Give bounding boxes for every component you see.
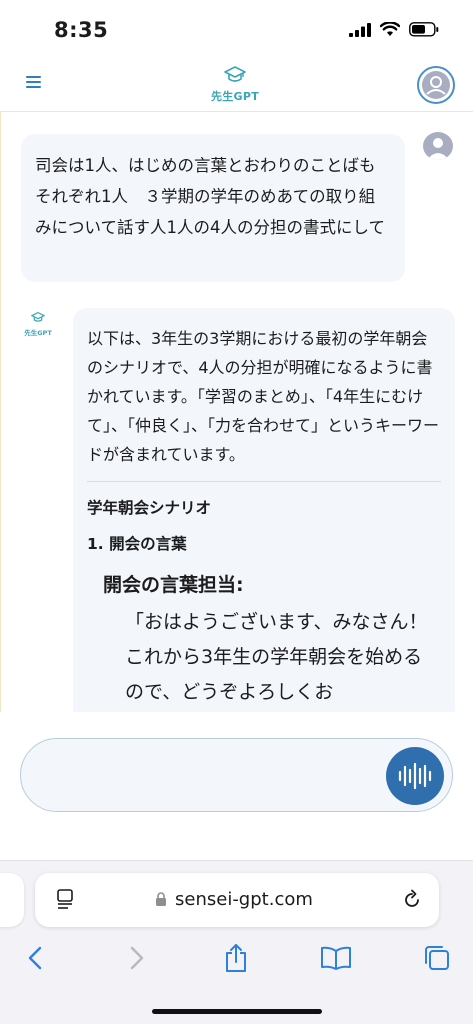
cellular-signal-icon: [349, 22, 371, 37]
user-avatar-icon: [427, 138, 449, 160]
chevron-left-icon: [28, 946, 42, 970]
role-speech: 「おはようございます、みなさん！これから3年生の学年朝会を始めるので、どうぞよろ…: [125, 611, 428, 703]
scenario-heading: 学年朝会シナリオ: [87, 499, 212, 517]
address-bar[interactable]: sensei-gpt.com: [35, 873, 439, 927]
graduation-cap-icon: [30, 311, 46, 322]
battery-icon: [409, 22, 439, 37]
browser-toolbar: sensei-gpt.com: [0, 860, 473, 1024]
status-bar: 8:35: [0, 0, 473, 60]
logo-text: 先生GPT: [210, 90, 260, 103]
status-icons: [349, 22, 439, 37]
back-button[interactable]: [18, 941, 52, 975]
section-heading: 1. 開会の言葉: [87, 535, 187, 553]
chevron-right-icon: [130, 946, 144, 970]
graduation-cap-icon: [224, 66, 246, 82]
app-logo[interactable]: 先生GPT: [200, 66, 270, 104]
status-time: 8:35: [54, 18, 109, 42]
share-button[interactable]: [219, 941, 253, 975]
bookmarks-button[interactable]: [319, 941, 353, 975]
voice-waveform-icon: [398, 762, 432, 790]
divider: [87, 481, 441, 482]
home-indicator: [152, 1009, 322, 1014]
bot-intro-text: 以下は、3年生の3学期における最初の学年朝会のシナリオで、4人の分担が明確になる…: [87, 329, 440, 464]
reader-icon[interactable]: [55, 888, 77, 910]
previous-tab[interactable]: [0, 873, 24, 927]
tabs-button[interactable]: [420, 941, 454, 975]
user-message-avatar: [423, 132, 453, 160]
bot-avatar: 先生GPT: [21, 308, 55, 337]
app-header: 先生GPT: [0, 60, 473, 112]
browser-nav-toolbar: [0, 941, 473, 981]
reload-icon[interactable]: [401, 889, 423, 911]
role-title: 開会の言葉担当:: [103, 574, 244, 596]
bot-message: 以下は、3年生の3学期における最初の学年朝会のシナリオで、4人の分担が明確になる…: [73, 308, 455, 712]
share-icon: [226, 944, 246, 972]
voice-input-button[interactable]: [386, 747, 444, 805]
message-input-container: [20, 738, 453, 812]
forward-button[interactable]: [120, 941, 154, 975]
wifi-icon: [380, 22, 400, 36]
message-input[interactable]: [43, 759, 373, 791]
user-avatar-button[interactable]: [417, 66, 455, 104]
lock-icon: [156, 892, 166, 906]
user-message: 司会は1人、はじめの言葉とおわりのことばもそれぞれ1人 ３学期の学年のめあての取…: [21, 134, 405, 282]
bot-logo-text: 先生GPT: [24, 329, 52, 337]
chat-area[interactable]: 司会は1人、はじめの言葉とおわりのことばもそれぞれ1人 ３学期の学年のめあての取…: [0, 112, 473, 712]
hamburger-menu-icon[interactable]: [26, 74, 42, 90]
url-text: sensei-gpt.com: [175, 889, 313, 910]
book-icon: [321, 946, 351, 970]
tabs-icon: [425, 946, 449, 970]
user-avatar-icon: [422, 71, 450, 99]
